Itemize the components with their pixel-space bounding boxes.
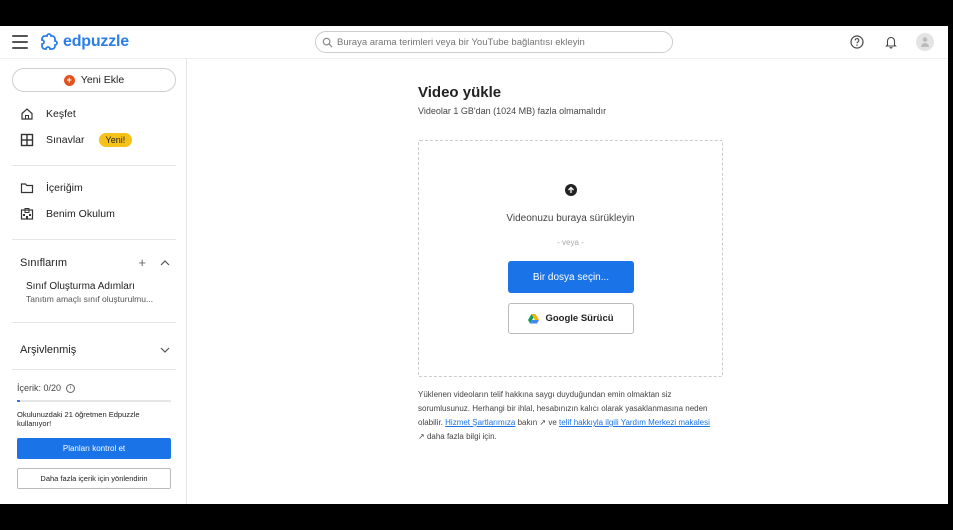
add-new-label: Yeni Ekle <box>80 74 125 86</box>
sidebar-item-label: İçeriğim <box>46 182 83 194</box>
page-title: Video yükle <box>418 84 502 101</box>
archived-header[interactable]: Arşivlenmiş <box>20 342 170 357</box>
user-avatar[interactable] <box>916 33 934 51</box>
sidebar-item-label: Keşfet <box>46 108 76 120</box>
search-bar[interactable] <box>315 31 673 53</box>
legal-text: ve <box>548 418 557 427</box>
class-item-title[interactable]: Sınıf Oluşturma Adımları <box>26 281 135 292</box>
google-drive-icon <box>528 313 540 323</box>
sidebar-item-label: Sınavlar <box>46 134 85 146</box>
help-center-link[interactable]: telif hakkıyla ilgili Yardım Merkezi mak… <box>559 418 710 427</box>
puzzle-logo-icon <box>41 33 58 50</box>
divider <box>12 369 176 370</box>
sidebar: + Yeni Ekle Keşfet Sınavlar Yeni! İçeriğ… <box>0 59 187 504</box>
plus-icon: + <box>63 74 75 86</box>
legal-text: daha fazla bilgi için. <box>426 432 497 441</box>
home-icon <box>21 108 33 120</box>
external-link-icon: ↗ <box>418 432 425 441</box>
copyright-notice: Yüklenen videoların telif hakkına saygı … <box>418 388 718 444</box>
classes-header-label: Sınıflarım <box>20 256 68 269</box>
grid-icon <box>20 133 34 147</box>
info-icon[interactable]: i <box>66 383 76 393</box>
divider <box>12 239 176 240</box>
search-icon <box>322 37 333 48</box>
sidebar-item-discover[interactable]: Keşfet <box>20 107 76 121</box>
notification-bell-icon[interactable] <box>882 33 900 51</box>
choose-file-button[interactable]: Bir dosya seçin... <box>508 261 634 293</box>
divider <box>12 165 176 166</box>
check-plans-button[interactable]: Planları kontrol et <box>17 438 171 459</box>
archived-header-label: Arşivlenmiş <box>20 343 77 356</box>
drag-drop-text: Videonuzu buraya sürükleyin <box>506 213 635 224</box>
content-count: İçerik: 0/20 i <box>17 383 76 393</box>
add-new-button[interactable]: + Yeni Ekle <box>12 68 176 92</box>
menu-icon[interactable] <box>12 35 28 49</box>
page-subtitle: Videolar 1 GB'dan (1024 MB) fazla olmama… <box>418 106 607 116</box>
classes-header: Sınıflarım + <box>20 255 170 270</box>
teacher-count-note: Okulunuzdaki 21 öğretmen Edpuzzle kullan… <box>17 410 140 428</box>
sidebar-item-my-content[interactable]: İçeriğim <box>20 181 83 195</box>
or-separator: - veya - <box>557 238 584 247</box>
terms-link[interactable]: Hizmet Şartlarımıza <box>445 418 515 427</box>
user-icon <box>921 37 929 47</box>
legal-text: bakın <box>517 418 538 427</box>
divider <box>12 322 176 323</box>
new-badge: Yeni! <box>98 133 133 147</box>
folder-icon <box>20 183 34 194</box>
main-content: Video yükle Videolar 1 GB'dan (1024 MB) … <box>188 59 948 504</box>
external-link-icon: ↗ <box>539 418 547 427</box>
chevron-down-icon[interactable] <box>160 342 170 357</box>
more-content-button[interactable]: Daha fazla içerik için yönlendirin <box>17 468 171 489</box>
add-class-icon[interactable]: + <box>138 255 146 270</box>
upload-arrow-icon <box>565 184 577 196</box>
content-count-label: İçerik: 0/20 <box>17 383 62 393</box>
google-drive-label: Google Sürücü <box>545 313 614 324</box>
chevron-up-icon[interactable] <box>160 255 170 270</box>
content-progress-fill <box>17 400 21 402</box>
google-drive-button[interactable]: Google Sürücü <box>508 303 634 334</box>
sidebar-item-quizzes[interactable]: Sınavlar Yeni! <box>20 133 133 147</box>
class-item-subtitle: Tanıtım amaçlı sınıf oluşturulmu... <box>26 294 154 304</box>
content-progress-bar <box>17 400 171 402</box>
upload-dropzone[interactable]: Videonuzu buraya sürükleyin - veya - Bir… <box>418 140 723 377</box>
help-icon[interactable] <box>848 33 866 51</box>
sidebar-item-my-school[interactable]: Benim Okulum <box>20 207 115 221</box>
top-bar: edpuzzle <box>0 26 948 59</box>
search-input[interactable] <box>333 36 672 48</box>
app-window: edpuzzle Buraya arama terimleri veya bir… <box>0 26 948 504</box>
brand-name: edpuzzle <box>63 33 129 50</box>
brand-logo[interactable]: edpuzzle <box>38 32 129 52</box>
sidebar-item-label: Benim Okulum <box>46 208 115 220</box>
school-icon <box>20 208 34 220</box>
